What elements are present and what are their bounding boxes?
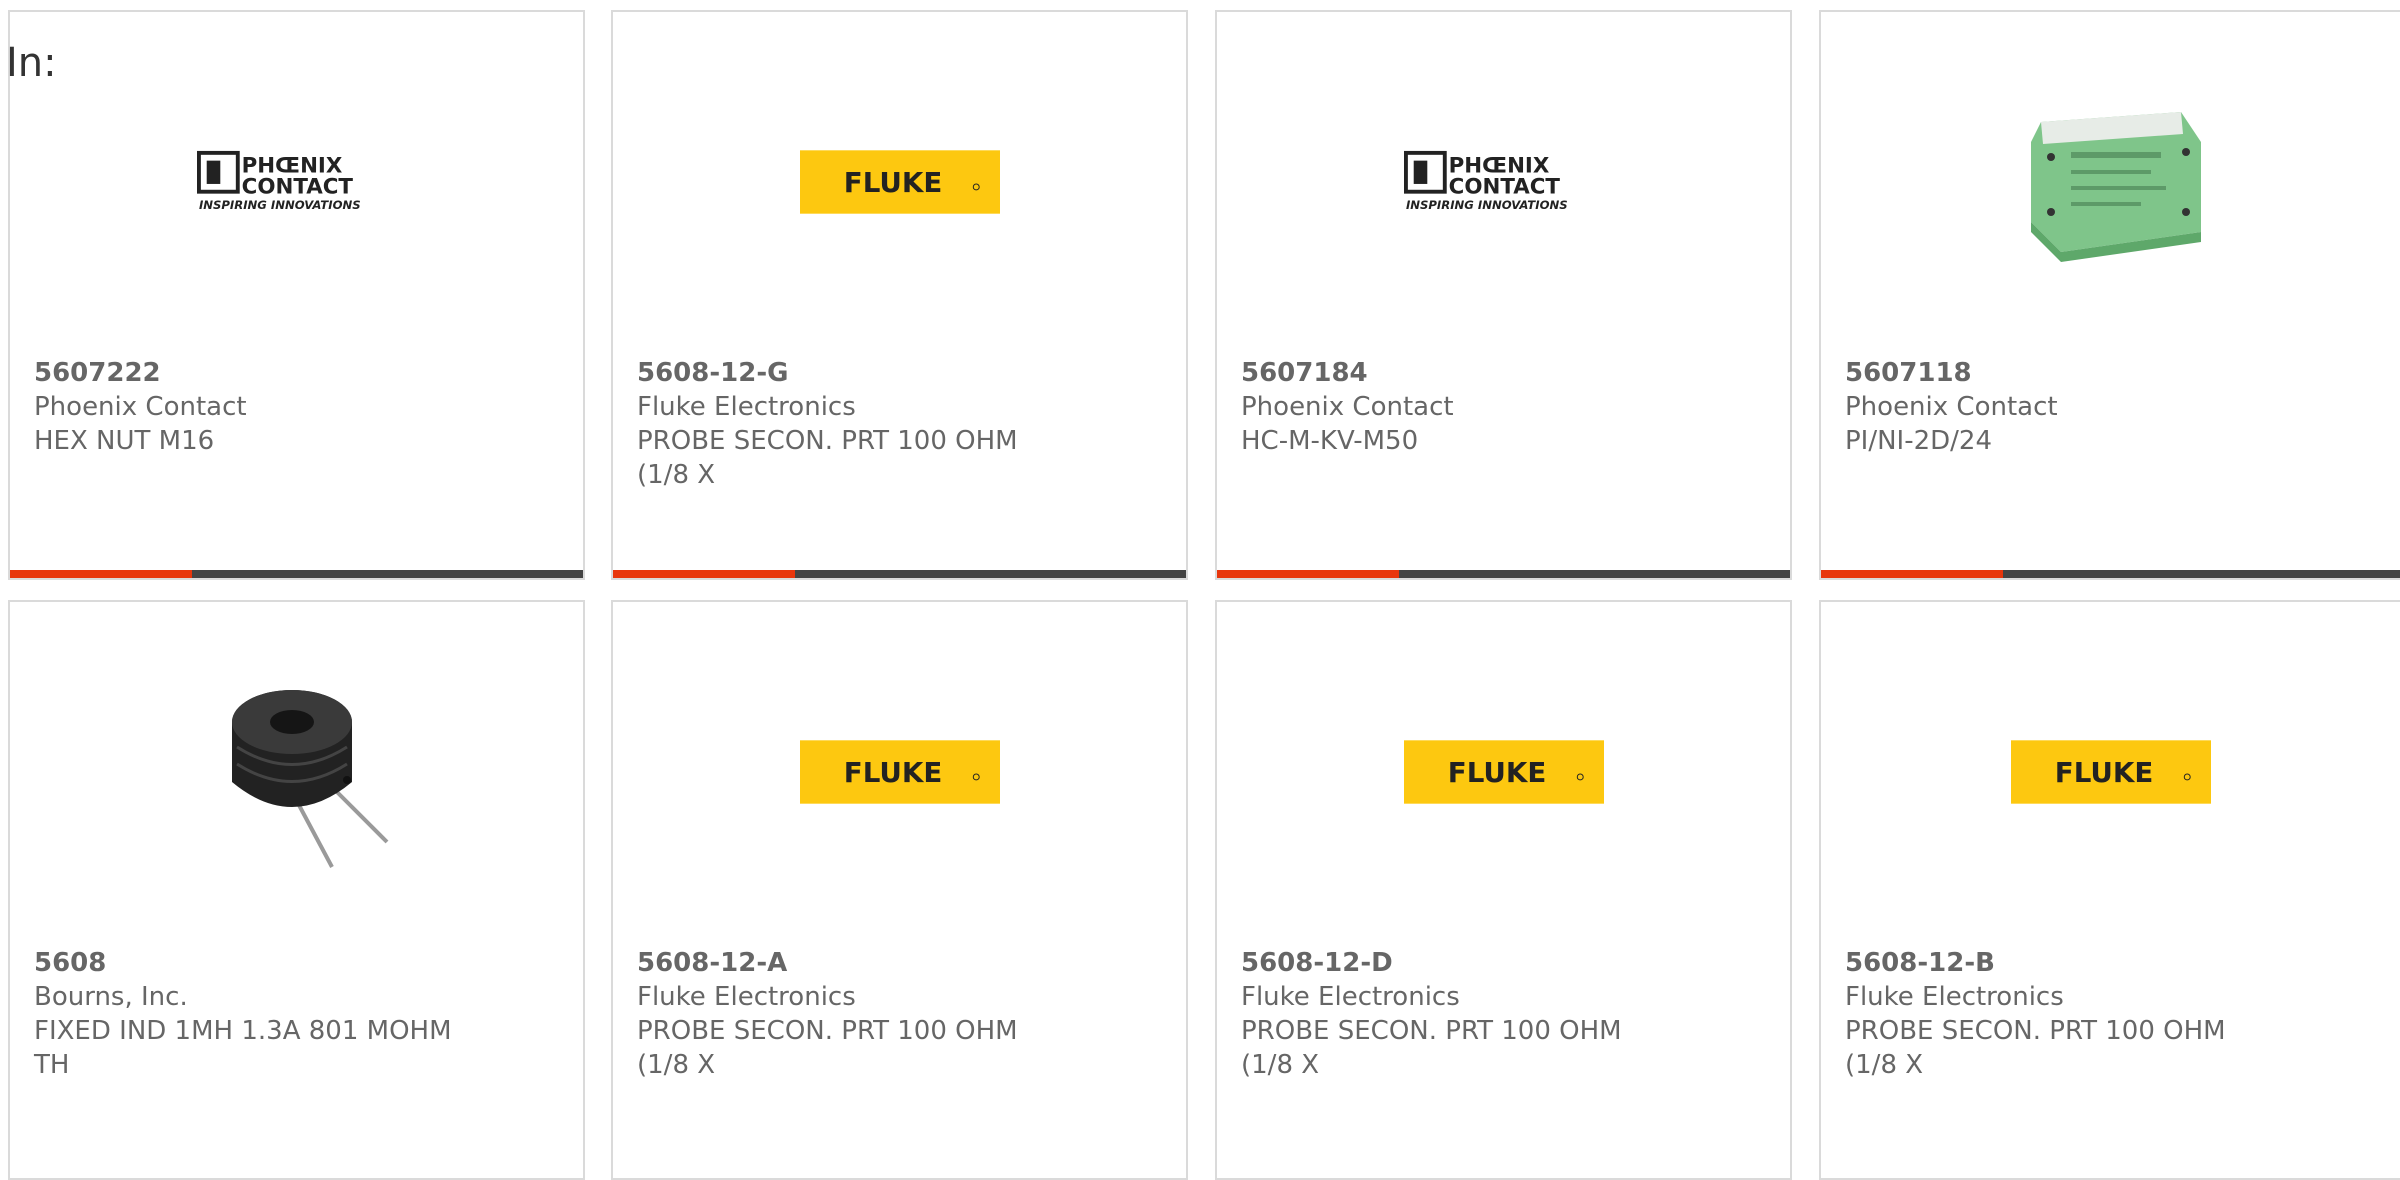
card-bar-accent (613, 570, 795, 578)
product-meta: 5608-12-A Fluke Electronics PROBE SECON.… (637, 946, 1067, 1082)
product-meta: 5608-12-G Fluke Electronics PROBE SECON.… (637, 356, 1067, 492)
product-thumbnail[interactable]: PHŒNIX CONTACT INSPIRING INNOVATIONS (10, 12, 583, 352)
product-meta: 5608 Bourns, Inc. FIXED IND 1MH 1.3A 801… (34, 946, 464, 1082)
product-meta: 5608-12-B Fluke Electronics PROBE SECON.… (1845, 946, 2275, 1082)
description: PROBE SECON. PRT 100 OHM (1/8 X (1241, 1016, 1622, 1080)
part-number[interactable]: 5607118 (1845, 356, 2275, 390)
fluke-logo: FLUKE (799, 740, 1000, 804)
product-thumbnail[interactable]: FLUKE (1217, 602, 1790, 942)
product-thumbnail[interactable]: FLUKE (613, 12, 1186, 352)
logo-tagline: INSPIRING INNOVATIONS (198, 198, 360, 212)
manufacturer: Fluke Electronics (1845, 982, 2064, 1012)
product-meta: 5607118 Phoenix Contact PI/NI-2D/24 (1845, 356, 2275, 458)
product-card[interactable]: FLUKE 5608-12-B Fluke Electronics PROBE … (1819, 600, 2400, 1180)
logo-text: CONTACT (241, 175, 353, 200)
product-thumbnail[interactable]: FLUKE (1821, 602, 2400, 942)
product-card[interactable]: 5608 Bourns, Inc. FIXED IND 1MH 1.3A 801… (8, 600, 585, 1180)
phoenix-contact-logo: PHŒNIX CONTACT INSPIRING INNOVATIONS (196, 150, 360, 212)
part-number[interactable]: 5608-12-A (637, 946, 1067, 980)
in-label: In: (6, 40, 57, 86)
product-card[interactable]: FLUKE 5608-12-D Fluke Electronics PROBE … (1215, 600, 1792, 1180)
inductor-photo (196, 672, 397, 872)
manufacturer: Phoenix Contact (34, 392, 247, 422)
logo-text: FLUKE (843, 756, 942, 789)
product-grid: In: PHŒNIX CONTACT INSPIRING INNOVATIONS… (0, 0, 2400, 1180)
part-number[interactable]: 5608-12-G (637, 356, 1067, 390)
product-card[interactable]: 5607118 Phoenix Contact PI/NI-2D/24 (1819, 10, 2400, 580)
card-bar (613, 570, 1186, 578)
description: HC-M-KV-M50 (1241, 426, 1419, 456)
card-bar-accent (1217, 570, 1399, 578)
product-meta: 5607184 Phoenix Contact HC-M-KV-M50 (1241, 356, 1671, 458)
product-meta: 5608-12-D Fluke Electronics PROBE SECON.… (1241, 946, 1671, 1082)
logo-tagline: INSPIRING INNOVATIONS (1405, 198, 1567, 212)
card-bar-accent (10, 570, 192, 578)
manufacturer: Fluke Electronics (1241, 982, 1460, 1012)
product-thumbnail[interactable] (1821, 12, 2400, 352)
product-thumbnail[interactable]: PHŒNIX CONTACT INSPIRING INNOVATIONS (1217, 12, 1790, 352)
part-number[interactable]: 5608-12-B (1845, 946, 2275, 980)
product-card[interactable]: FLUKE 5608-12-A Fluke Electronics PROBE … (611, 600, 1188, 1180)
product-thumbnail[interactable] (10, 602, 583, 942)
description: PROBE SECON. PRT 100 OHM (1/8 X (637, 426, 1018, 490)
card-bar (1217, 570, 1790, 578)
logo-text: FLUKE (2054, 756, 2153, 789)
part-number[interactable]: 5608-12-D (1241, 946, 1671, 980)
description: HEX NUT M16 (34, 426, 215, 456)
fluke-logo: FLUKE (799, 150, 1000, 214)
card-bar (10, 570, 583, 578)
fluke-logo: FLUKE (1403, 740, 1604, 804)
fluke-logo: FLUKE (2010, 740, 2211, 804)
din-rail-module-photo (2010, 82, 2211, 282)
card-bar (1821, 570, 2400, 578)
product-card[interactable]: PHŒNIX CONTACT INSPIRING INNOVATIONS 560… (8, 10, 585, 580)
manufacturer: Fluke Electronics (637, 982, 856, 1012)
manufacturer: Bourns, Inc. (34, 982, 188, 1012)
manufacturer: Fluke Electronics (637, 392, 856, 422)
product-thumbnail[interactable]: FLUKE (613, 602, 1186, 942)
part-number[interactable]: 5608 (34, 946, 464, 980)
manufacturer: Phoenix Contact (1845, 392, 2058, 422)
product-card[interactable]: FLUKE 5608-12-G Fluke Electronics PROBE … (611, 10, 1188, 580)
description: PROBE SECON. PRT 100 OHM (1/8 X (1845, 1016, 2226, 1080)
logo-text: FLUKE (1447, 756, 1546, 789)
description: PROBE SECON. PRT 100 OHM (1/8 X (637, 1016, 1018, 1080)
product-meta: 5607222 Phoenix Contact HEX NUT M16 (34, 356, 464, 458)
product-card[interactable]: PHŒNIX CONTACT INSPIRING INNOVATIONS 560… (1215, 10, 1792, 580)
description: FIXED IND 1MH 1.3A 801 MOHM TH (34, 1016, 452, 1080)
phoenix-contact-logo: PHŒNIX CONTACT INSPIRING INNOVATIONS (1403, 150, 1567, 212)
manufacturer: Phoenix Contact (1241, 392, 1454, 422)
part-number[interactable]: 5607222 (34, 356, 464, 390)
logo-text: CONTACT (1448, 175, 1560, 200)
card-bar-accent (1821, 570, 2003, 578)
part-number[interactable]: 5607184 (1241, 356, 1671, 390)
description: PI/NI-2D/24 (1845, 426, 1993, 456)
logo-text: FLUKE (843, 166, 942, 199)
